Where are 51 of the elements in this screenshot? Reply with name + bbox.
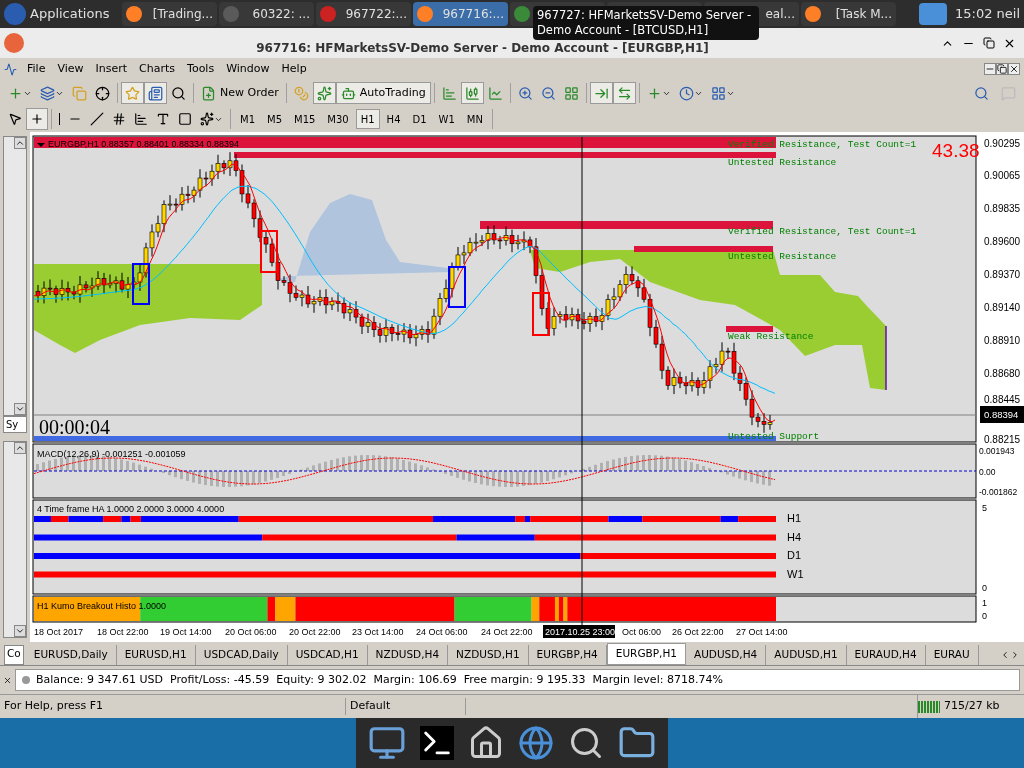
price-tick: 0.88910 [984,335,1021,346]
time-tick: 24 Oct 06:00 [416,627,468,637]
price-tick: 0.88215 [984,434,1021,445]
time-tick: 26 Oct 22:00 [672,627,724,637]
time-tick: 23 Oct 14:00 [352,627,404,637]
spread-value: 43.38 [932,140,980,161]
status-text: Default [346,698,466,715]
account-summary: Balance: 9 347.61 USD Profit/Loss: -45.59 Equity: 9 302.02 Margin: 106.69 Free margin: 9 195.33 Margin level: 8718.74% [36,671,723,688]
indicator-tick: 0.00 [979,467,996,477]
row-label: H4 [787,530,802,543]
row-label: W1 [787,567,804,580]
tooltip: 967727: HFMarketsSV-Demo Server - Demo Account - [BTCUSD,H1] [533,6,759,40]
current-price-tag: 0.88394 [980,406,1024,423]
price-tick: 0.89370 [984,269,1021,280]
time-tick: 24 Oct 22:00 [481,627,533,637]
time-tick: 18 Oct 2017 [34,627,84,637]
status-text: 715/27 kb [944,698,1001,715]
user-name: neil [996,5,1020,24]
candle-timer: 00:00:04 [39,416,111,438]
price-tick: 0.88445 [984,394,1021,405]
time-tick: 27 Oct 14:00 [736,627,788,637]
indicator-tick: 0 [982,611,987,621]
indicator-label: 4 Time frame HA 1.0000 2.0000 3.0000 4.0000 [37,504,225,514]
price-tick: 0.89140 [984,302,1021,313]
indicator-tick: 1 [982,598,987,608]
time-tick: 18 Oct 22:00 [97,627,149,637]
status-text: For Help, press F1 [0,698,346,715]
price-tick: 0.90295 [984,138,1021,149]
time-tick: 2017.10.25 23:00 [545,627,616,637]
price-tick: 0.89835 [984,203,1021,214]
zone-label: Untested Resistance [728,251,837,262]
indicator-tick: -0.001862 [979,487,1018,497]
window-title: 967716: HFMarketsSV-Demo Server - Demo Account - [EURGBP,H1] [255,40,710,57]
zone-label: Untested Resistance [728,157,837,168]
price-tick: 0.90065 [984,170,1021,181]
zone-label: Verified Resistance, Test Count=1 [728,226,917,237]
row-label: D1 [787,549,802,561]
indicator-tick: 0.001943 [979,446,1015,456]
chart-header: EURGBP,H1 0.88357 0.88401 0.88334 0.88394 [48,139,239,149]
time-tick: 20 Oct 06:00 [225,627,277,637]
time-tick: 19 Oct 14:00 [160,627,212,637]
row-label: H1 [787,512,802,524]
indicator-tick: 5 [982,503,987,513]
clock: 15:02 [955,5,993,24]
price-tick: 0.88680 [984,368,1021,379]
zone-label: Verified Resistance, Test Count=1 [728,139,917,150]
time-tick: 20 Oct 22:00 [289,627,341,637]
time-tick: Oct 06:00 [622,627,662,637]
indicator-label: MACD(12,26,9) -0.001251 -0.001059 [37,449,186,459]
price-tick: 0.89600 [984,236,1021,247]
indicator-tick: 0 [982,583,987,593]
